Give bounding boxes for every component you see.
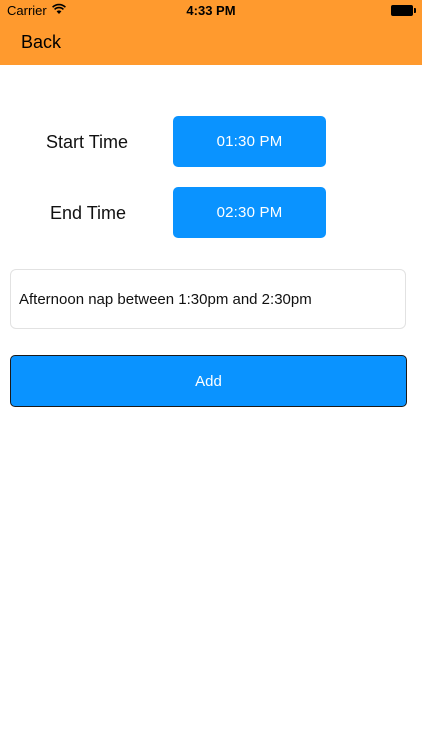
back-button[interactable]: Back: [21, 32, 61, 53]
status-time: 4:33 PM: [186, 3, 236, 18]
note-text-field[interactable]: Afternoon nap between 1:30pm and 2:30pm: [10, 269, 406, 329]
navigation-bar: Carrier 4:33 PM Back: [0, 0, 422, 65]
battery-icon: [391, 5, 416, 16]
start-time-button[interactable]: 01:30 PM: [173, 116, 326, 167]
status-bar: Carrier 4:33 PM: [0, 0, 422, 22]
start-time-label: Start Time: [46, 132, 129, 152]
end-time-button[interactable]: 02:30 PM: [173, 187, 326, 238]
end-time-label: End Time: [50, 203, 127, 223]
add-button[interactable]: Add: [10, 355, 407, 407]
note-text: Afternoon nap between 1:30pm and 2:30pm: [19, 290, 312, 308]
